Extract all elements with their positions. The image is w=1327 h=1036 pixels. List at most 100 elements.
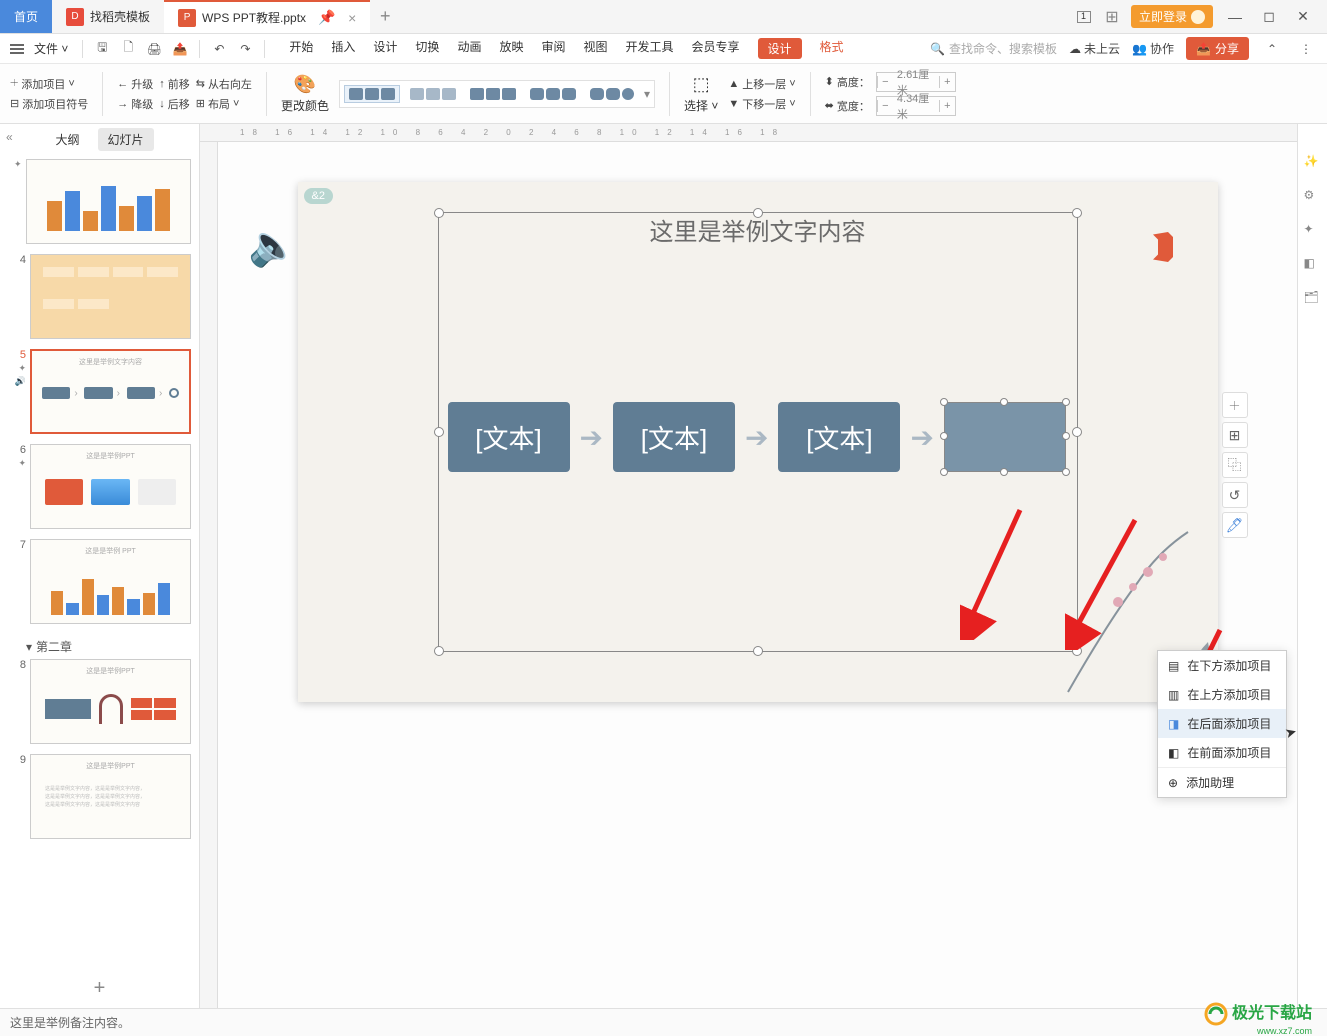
side-tab-outline[interactable]: 大纲 (45, 128, 89, 151)
tab-current-file[interactable]: P WPS PPT教程.pptx 📌 × (164, 0, 370, 33)
collapse-ribbon-icon[interactable]: ⌃ (1261, 38, 1283, 60)
resize-handle[interactable] (1000, 398, 1008, 406)
popup-add-below[interactable]: ▤在下方添加项目 (1158, 651, 1286, 680)
tab-devtools[interactable]: 开发工具 (626, 38, 674, 59)
export-icon[interactable]: 📤 (169, 38, 191, 60)
move-after-button[interactable]: ↓ 后移 (159, 96, 190, 112)
more-icon[interactable]: ⋮ (1295, 38, 1317, 60)
resize-handle[interactable] (434, 646, 444, 656)
rail-ai-icon[interactable]: ✨ (1304, 154, 1322, 172)
promote-button[interactable]: ← 升级 (117, 76, 153, 92)
tab-slideshow[interactable]: 放映 (499, 38, 523, 59)
save-icon[interactable]: 🖫 (91, 38, 113, 60)
slide-thumb-6[interactable]: 6 ✦ 这是是举例PPT (14, 444, 191, 529)
resize-handle[interactable] (1062, 432, 1070, 440)
send-backward-button[interactable]: ▼ 下移一层 ˅ (728, 96, 795, 112)
qt-pen[interactable]: 🖊 (1222, 512, 1248, 538)
slide-thumb-7[interactable]: 7 这是是举例 PPT (14, 539, 191, 624)
tab-templates[interactable]: D 找稻壳模板 (52, 0, 164, 33)
width-decrease[interactable]: − (877, 100, 893, 112)
popup-add-above[interactable]: ▥在上方添加项目 (1158, 680, 1286, 709)
move-before-button[interactable]: ↑ 前移 (159, 76, 190, 92)
notes-bar[interactable]: 这里是举例备注内容。 (0, 1008, 1327, 1036)
smartart-node-2[interactable]: [文本] (613, 402, 735, 472)
print-preview-icon[interactable]: 🗋 (117, 38, 139, 60)
resize-handle[interactable] (1062, 468, 1070, 476)
popup-add-after[interactable]: ◨在后面添加项目 (1158, 709, 1286, 738)
tab-vip[interactable]: 会员专享 (692, 38, 740, 59)
resize-handle[interactable] (940, 398, 948, 406)
resize-handle[interactable] (940, 432, 948, 440)
width-input[interactable]: −4.34厘米+ (876, 96, 956, 116)
qt-add-item[interactable]: 🞡 (1222, 392, 1248, 418)
resize-handle[interactable] (753, 646, 763, 656)
add-bullet-button[interactable]: ⊟ 添加项目符号 (10, 96, 88, 112)
apps-icon[interactable]: ⊞ (1103, 8, 1121, 26)
smartart-flow[interactable]: [文本] ➔ [文本] ➔ [文本] ➔ (448, 402, 1066, 472)
gallery-expand-icon[interactable]: ▾ (644, 87, 650, 101)
width-increase[interactable]: + (939, 100, 955, 112)
rail-object-icon[interactable]: ◧ (1304, 256, 1322, 274)
smartart-node-4-selected[interactable] (944, 402, 1066, 472)
workspace-icon[interactable] (1075, 8, 1093, 26)
resize-handle[interactable] (434, 208, 444, 218)
login-button[interactable]: 立即登录 (1131, 5, 1213, 28)
audio-object-icon[interactable]: 🔈 (248, 222, 298, 269)
demote-button[interactable]: → 降级 (117, 96, 153, 112)
command-search[interactable]: 🔍 查找命令、搜索模板 (930, 40, 1057, 57)
new-tab-button[interactable]: + (370, 0, 400, 33)
bring-forward-button[interactable]: ▲ 上移一层 ˅ (728, 76, 795, 92)
tab-animation[interactable]: 动画 (457, 38, 481, 59)
tab-transition[interactable]: 切换 (415, 38, 439, 59)
rail-settings-icon[interactable]: ⚙ (1304, 188, 1322, 206)
popup-add-before[interactable]: ◧在前面添加项目 (1158, 738, 1286, 767)
slide-thumb-8[interactable]: 8 这是是举例PPT (14, 659, 191, 744)
select-button[interactable]: ⬚ 选择 ˅ (684, 74, 718, 114)
redo-icon[interactable]: ↷ (234, 38, 256, 60)
coop-button[interactable]: 👥 协作 (1132, 40, 1174, 57)
resize-handle[interactable] (1062, 398, 1070, 406)
add-slide-button[interactable]: + (0, 969, 199, 1008)
cloud-status[interactable]: ☁ 未上云 (1069, 40, 1120, 57)
slide-thumb-4[interactable]: 4 (14, 254, 191, 339)
tab-design[interactable]: 设计 (373, 38, 397, 59)
resize-handle[interactable] (1000, 468, 1008, 476)
tab-review[interactable]: 审阅 (541, 38, 565, 59)
side-tab-slides[interactable]: 幻灯片 (98, 128, 154, 151)
smartart-node-3[interactable]: [文本] (778, 402, 900, 472)
slide-thumb-9[interactable]: 9 这是是举例PPT这是是举例文字内容，这是是举例文字内容，这是是举例文字内容，… (14, 754, 191, 839)
tab-view[interactable]: 视图 (583, 38, 607, 59)
slide-thumb-3[interactable]: ✦ (14, 159, 191, 244)
tab-close-icon[interactable]: × (348, 10, 356, 26)
section-header[interactable]: ▾第二章 (14, 634, 191, 659)
print-icon[interactable]: 🖨 (143, 38, 165, 60)
share-button[interactable]: 📤分享 (1186, 37, 1249, 60)
hamburger-icon[interactable] (10, 44, 24, 54)
file-menu[interactable]: 文件 ˅ (34, 40, 68, 57)
minimize-button[interactable]: — (1223, 9, 1247, 25)
resize-handle[interactable] (434, 427, 444, 437)
qt-layout[interactable]: ⊞ (1222, 422, 1248, 448)
resize-handle[interactable] (940, 468, 948, 476)
qt-structure[interactable]: ⿻ (1222, 452, 1248, 478)
sa-style-4[interactable] (526, 85, 580, 103)
tab-insert[interactable]: 插入 (331, 38, 355, 59)
layout-button[interactable]: ⊞ 布局 ˅ (196, 96, 240, 112)
smartart-styles-gallery[interactable]: ▾ (339, 80, 655, 108)
tab-smartart-format[interactable]: 格式 (820, 38, 844, 59)
qt-reset[interactable]: ↺ (1222, 482, 1248, 508)
sa-style-2[interactable] (406, 85, 460, 103)
undo-icon[interactable]: ↶ (208, 38, 230, 60)
height-increase[interactable]: + (939, 76, 955, 88)
rail-template-icon[interactable]: 🗂 (1304, 290, 1322, 308)
sa-style-3[interactable] (466, 85, 520, 103)
sa-style-1[interactable] (344, 85, 400, 103)
rail-animate-icon[interactable]: ✦ (1304, 222, 1322, 240)
tab-pin-icon[interactable]: 📌 (318, 9, 336, 27)
height-input[interactable]: −2.61厘米+ (876, 72, 956, 92)
rtl-button[interactable]: ⇆ 从右向左 (196, 76, 252, 92)
tab-smartart-design[interactable]: 设计 (758, 38, 802, 59)
close-window-button[interactable]: ✕ (1291, 8, 1315, 25)
add-item-button[interactable]: 🞡 添加项目 ˅ (10, 76, 88, 92)
resize-handle[interactable] (753, 208, 763, 218)
